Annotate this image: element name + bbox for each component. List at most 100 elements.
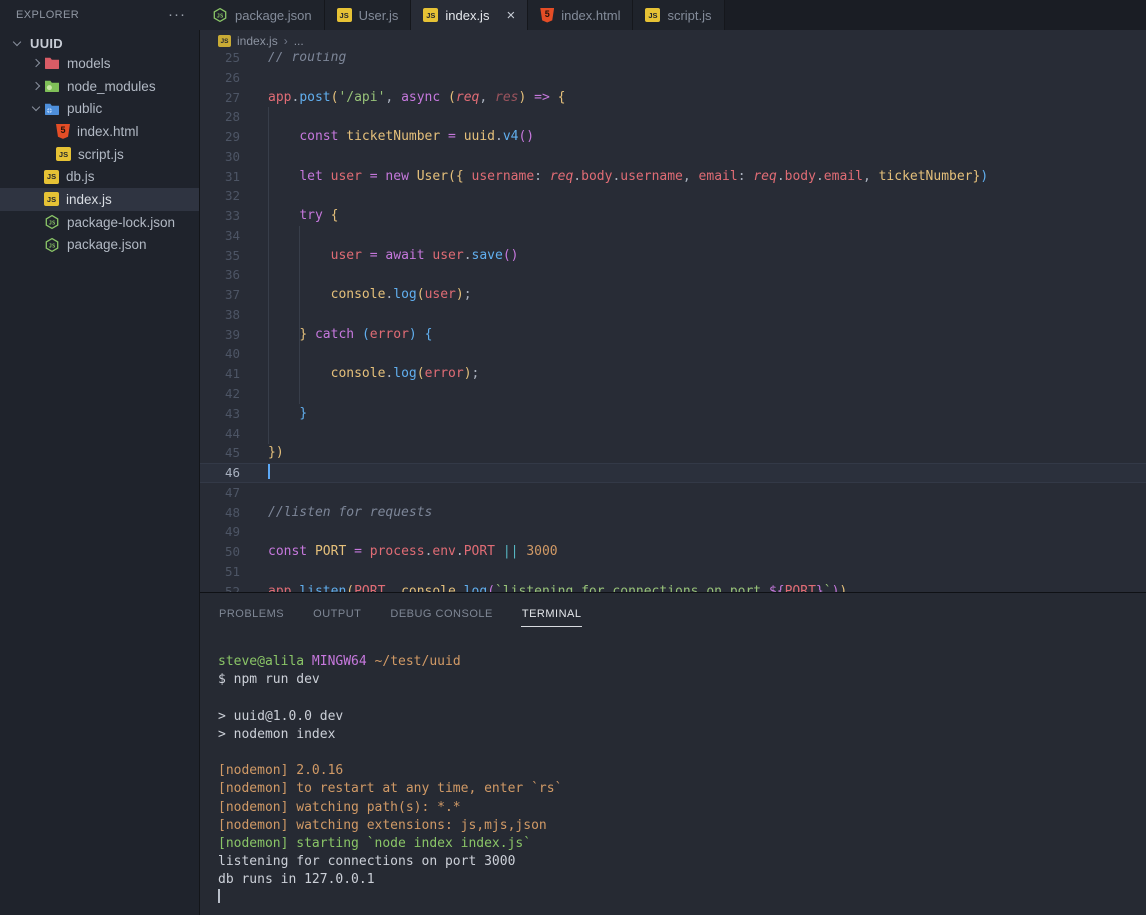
code-line[interactable]: 48//listen for requests (200, 503, 1146, 523)
code-line[interactable]: 42 (200, 384, 1146, 404)
line-number: 51 (200, 562, 240, 582)
terminal-cursor-line (218, 889, 1146, 907)
editor-tab-package-json[interactable]: JSpackage.json (200, 0, 325, 30)
code-line[interactable]: 43 } (200, 404, 1146, 424)
code-line[interactable]: 41 console.log(error); (200, 364, 1146, 384)
tree-item-index-html[interactable]: 5index.html (0, 120, 199, 143)
js-icon: JS (337, 8, 352, 22)
code-line[interactable]: 47 (200, 483, 1146, 503)
svg-text:JS: JS (49, 221, 56, 227)
editor-tab-script-js[interactable]: JSscript.js (633, 0, 724, 30)
line-number: 41 (200, 364, 240, 384)
code-line[interactable]: 39 } catch (error) { (200, 325, 1146, 345)
code-line[interactable]: 45}) (200, 443, 1146, 463)
tree-item-public[interactable]: public (0, 97, 199, 120)
svg-text:JS: JS (217, 14, 224, 20)
code-line[interactable]: 31 let user = new User({ username: req.b… (200, 167, 1146, 187)
editor-tab-index-html[interactable]: 5index.html (528, 0, 633, 30)
terminal-line: [nodemon] watching path(s): *.* (218, 799, 1146, 817)
line-number: 32 (200, 186, 240, 206)
line-number: 30 (200, 147, 240, 167)
chevron-right-icon: › (284, 34, 288, 48)
chevron-right-icon[interactable] (28, 83, 44, 89)
code-line[interactable]: 29 const ticketNumber = uuid.v4() (200, 127, 1146, 147)
line-number: 28 (200, 107, 240, 127)
chevron-down-icon[interactable] (28, 107, 44, 110)
code-line[interactable]: 52app.listen(PORT, console.log(`listenin… (200, 582, 1146, 592)
breadcrumb-symbol[interactable]: ... (294, 34, 304, 48)
line-number: 48 (200, 503, 240, 523)
code-line[interactable]: 37 console.log(user); (200, 285, 1146, 305)
terminal-line: > uuid@1.0.0 dev (218, 708, 1146, 726)
code-line[interactable]: 25// routing (200, 52, 1146, 68)
tab-bar: JSpackage.jsonJSUser.jsJSindex.js×5index… (200, 0, 1146, 30)
folder-icon (44, 102, 60, 116)
tree-item-package-lock-json[interactable]: JS package-lock.json (0, 211, 199, 234)
line-content (268, 463, 270, 483)
code-line[interactable]: 27app.post('/api', async (req, res) => { (200, 88, 1146, 108)
breadcrumb-file[interactable]: index.js (237, 34, 278, 48)
code-line[interactable]: 33 try { (200, 206, 1146, 226)
panel-tab-debug-console[interactable]: DEBUG CONSOLE (389, 600, 493, 627)
code-line[interactable]: 46 (200, 463, 1146, 483)
tree-item-script-js[interactable]: JSscript.js (0, 143, 199, 166)
js-icon: JS (56, 147, 71, 161)
project-root-item[interactable]: UUID (0, 30, 199, 52)
chevron-down-icon[interactable] (9, 42, 25, 45)
line-content: console.log(user); (268, 285, 472, 305)
line-number: 49 (200, 522, 240, 542)
panel-tab-terminal[interactable]: TERMINAL (521, 600, 583, 627)
js-icon: JS (44, 170, 59, 184)
tree-item-label: package-lock.json (67, 215, 175, 230)
vscode-window: EXPLORER ··· JSpackage.jsonJSUser.jsJSin… (0, 0, 1146, 915)
code-line[interactable]: 40 (200, 344, 1146, 364)
panel-tab-output[interactable]: OUTPUT (312, 600, 362, 627)
tab-label: index.html (561, 8, 620, 23)
code-line[interactable]: 38 (200, 305, 1146, 325)
line-content: try { (268, 206, 338, 226)
editor-group: JS index.js › ... 25// routing2627app.po… (200, 30, 1146, 915)
tab-label: index.js (445, 8, 489, 23)
code-line[interactable]: 28 (200, 107, 1146, 127)
close-icon[interactable]: × (506, 8, 515, 23)
editor-tab-index-js[interactable]: JSindex.js× (411, 0, 528, 30)
node-icon: JS (44, 214, 60, 230)
tree-item-models[interactable]: models (0, 52, 199, 75)
code-line[interactable]: 30 (200, 147, 1146, 167)
code-line[interactable]: 32 (200, 186, 1146, 206)
line-content: const PORT = process.env.PORT || 3000 (268, 542, 558, 562)
folder-icon (44, 79, 60, 93)
line-number: 50 (200, 542, 240, 562)
code-line[interactable]: 51 (200, 562, 1146, 582)
code-line[interactable]: 44 (200, 424, 1146, 444)
tree-item-node_modules[interactable]: node_modules (0, 75, 199, 98)
terminal-line: [nodemon] watching extensions: js,mjs,js… (218, 817, 1146, 835)
js-icon: JS (218, 35, 231, 47)
chevron-right-icon[interactable] (28, 60, 44, 66)
panel-tab-problems[interactable]: PROBLEMS (218, 600, 285, 627)
tree-item-db-js[interactable]: JSdb.js (0, 165, 199, 188)
code-line[interactable]: 34 (200, 226, 1146, 246)
svg-text:JS: JS (49, 243, 56, 249)
terminal-line: listening for connections on port 3000 (218, 853, 1146, 871)
code-line[interactable]: 26 (200, 68, 1146, 88)
code-line[interactable]: 36 (200, 265, 1146, 285)
project-root-label: UUID (30, 36, 63, 51)
code-line[interactable]: 49 (200, 522, 1146, 542)
code-editor[interactable]: 25// routing2627app.post('/api', async (… (200, 52, 1146, 592)
terminal-line: > nodemon index (218, 726, 1146, 744)
line-number: 39 (200, 325, 240, 345)
line-number: 47 (200, 483, 240, 503)
terminal[interactable]: steve@alila MINGW64 ~/test/uuid$ npm run… (200, 627, 1146, 908)
line-content: user = await user.save() (268, 246, 519, 266)
more-actions-icon[interactable]: ··· (168, 10, 186, 20)
js-icon: JS (645, 8, 660, 22)
top-bar: EXPLORER ··· JSpackage.jsonJSUser.jsJSin… (0, 0, 1146, 30)
editor-tab-user-js[interactable]: JSUser.js (325, 0, 412, 30)
tree-item-package-json[interactable]: JSpackage.json (0, 234, 199, 257)
tree-item-index-js[interactable]: JSindex.js (0, 188, 199, 211)
line-content: app.post('/api', async (req, res) => { (268, 88, 565, 108)
code-line[interactable]: 35 user = await user.save() (200, 246, 1146, 266)
breadcrumb[interactable]: JS index.js › ... (200, 30, 1146, 52)
code-line[interactable]: 50 const PORT = process.env.PORT || 3000 (200, 542, 1146, 562)
